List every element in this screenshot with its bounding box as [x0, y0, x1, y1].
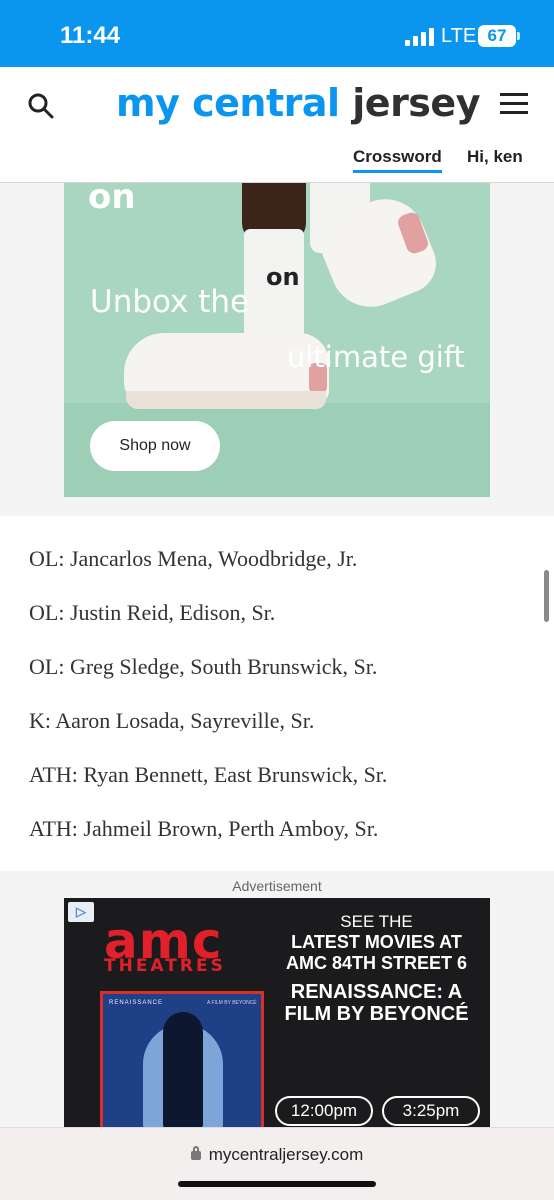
ad-container-top: on on Unbox the ultimate gift Shop now: [0, 183, 554, 516]
article-body: OL: Jancarlos Mena, Woodbridge, Jr. OL: …: [0, 516, 554, 871]
site-header: my central jersey Crossword Hi, ken: [0, 67, 554, 183]
adchoices-icon[interactable]: ▷: [68, 902, 94, 922]
poster-subtitle: A FILM BY BEYONCÉ: [207, 1000, 257, 1006]
player-line: OL: Justin Reid, Edison, Sr.: [29, 600, 276, 625]
crossword-link[interactable]: Crossword: [353, 147, 442, 173]
browser-address-bar[interactable]: mycentraljersey.com: [0, 1127, 554, 1200]
url-text: mycentraljersey.com: [208, 1145, 364, 1164]
shop-now-button[interactable]: Shop now: [90, 421, 220, 471]
status-bar: 11:44 LTE 67: [0, 0, 554, 67]
see-the-text: SEE THE: [340, 912, 413, 931]
ad-headline-line2: ultimate gift: [287, 340, 465, 374]
advertisement-label: Advertisement: [232, 878, 322, 894]
account-greeting[interactable]: Hi, ken: [467, 147, 523, 167]
search-icon[interactable]: [26, 91, 56, 121]
poster-figure: [163, 1012, 203, 1132]
movie-title: RENAISSANCE: A FILM BY BEYONCÉ: [284, 981, 469, 1025]
on-brand-logo: on: [88, 183, 136, 217]
url-display[interactable]: mycentraljersey.com: [0, 1145, 554, 1165]
ad-copy: SEE THE LATEST MOVIES AT AMC 84TH STREET…: [269, 912, 484, 1025]
amc-theatres-text: THEATRES: [104, 956, 226, 976]
player-line: ATH: Ryan Bennett, East Brunswick, Sr.: [29, 762, 388, 787]
showtime-button[interactable]: 3:25pm: [382, 1096, 480, 1126]
player-line: OL: Greg Sledge, South Brunswick, Sr.: [29, 654, 378, 679]
player-line: K: Aaron Losada, Sayreville, Sr.: [29, 708, 315, 733]
latest-movies-text: LATEST MOVIES AT AMC 84TH STREET 6: [285, 932, 468, 973]
status-time: 11:44: [60, 22, 121, 49]
movie-poster[interactable]: RENAISSANCE A FILM BY BEYONCÉ: [100, 991, 264, 1138]
amc-ad[interactable]: ▷ amc THEATRES RENAISSANCE A FILM BY BEY…: [64, 898, 490, 1138]
cell-signal-icon: [405, 28, 435, 46]
on-running-ad[interactable]: on on Unbox the ultimate gift Shop now: [64, 183, 490, 497]
lock-icon: [190, 1145, 201, 1160]
hamburger-menu-icon[interactable]: [500, 93, 528, 115]
ad-shoe-sole: [126, 391, 326, 409]
showtime-button[interactable]: 12:00pm: [275, 1096, 373, 1126]
player-line: ATH: Jahmeil Brown, Perth Amboy, Sr.: [29, 816, 379, 841]
poster-title: RENAISSANCE: [109, 1000, 164, 1006]
player-line: OL: Jancarlos Mena, Woodbridge, Jr.: [29, 546, 358, 571]
home-indicator[interactable]: [178, 1181, 376, 1187]
page-scrollbar[interactable]: [544, 570, 549, 622]
logo-jersey: jersey: [352, 81, 480, 125]
sock-brand-logo: on: [266, 263, 300, 291]
battery-tip: [517, 32, 520, 40]
battery-icon: 67: [478, 25, 516, 47]
network-type: LTE: [441, 25, 477, 47]
ad-headline-line1: Unbox the: [90, 284, 250, 320]
site-logo[interactable]: my central jersey: [116, 81, 480, 125]
ad-container-bottom: Advertisement ▷ amc THEATRES RENAISSANCE…: [0, 871, 554, 1138]
logo-my-central: my central: [116, 81, 340, 125]
